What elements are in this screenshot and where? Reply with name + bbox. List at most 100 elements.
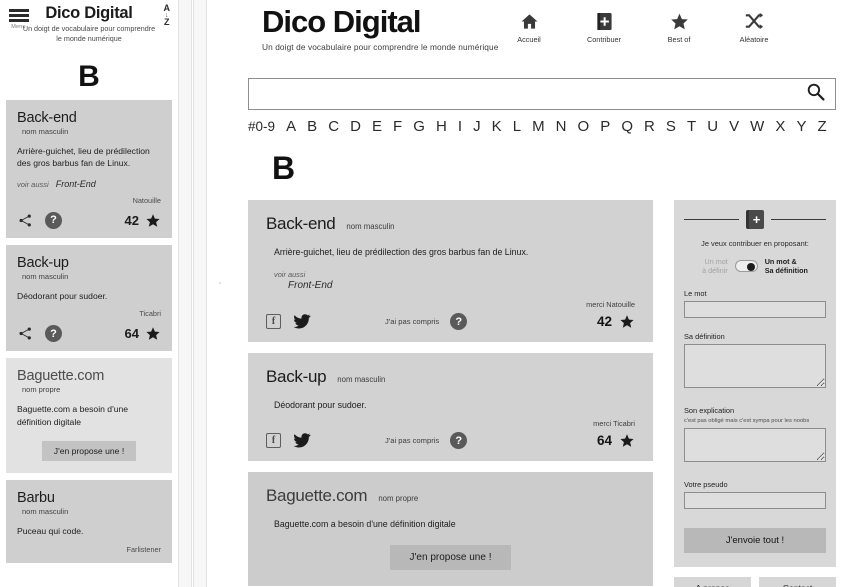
nav-item-contribuer[interactable]: Contribuer <box>582 10 626 44</box>
alpha-link[interactable]: Y <box>796 118 806 135</box>
toggle-option-word-and-definition[interactable]: Un mot & Sa définition <box>765 257 808 276</box>
alpha-link[interactable]: K <box>492 118 502 135</box>
facebook-icon[interactable]: f <box>266 314 281 329</box>
search-bar[interactable] <box>248 78 836 110</box>
word-title: Back-up <box>266 367 327 386</box>
vote-count: 64 <box>124 326 139 342</box>
word-title: Baguette.com <box>266 486 368 505</box>
share-icon[interactable] <box>17 213 34 228</box>
explanation-input[interactable] <box>684 427 826 462</box>
app-root: Menu Dico Digital Un doigt de vocabulair… <box>0 0 860 587</box>
word-definition: Arrière-guichet, lieu de prédilection de… <box>274 247 529 257</box>
mobile-tagline: Un doigt de vocabulaire pour comprendre … <box>22 24 156 43</box>
empty-word-card[interactable]: Baguette.com nom propre Baguette.com a b… <box>248 472 653 586</box>
word-input[interactable] <box>684 300 826 318</box>
alpha-link[interactable]: C <box>328 118 339 135</box>
word-title: Back-up <box>17 254 69 271</box>
help-icon[interactable]: ? <box>45 211 62 229</box>
alpha-link[interactable]: X <box>775 118 785 135</box>
definition-card[interactable]: Back-up nom masculin Déodorant pour sudo… <box>248 353 653 461</box>
alpha-link[interactable]: E <box>372 118 382 135</box>
not-understood-label: J'ai pas compris <box>385 317 440 326</box>
share-icon[interactable] <box>17 326 34 341</box>
alpha-link[interactable]: M <box>532 118 545 135</box>
definition-card[interactable]: Back-end nom masculin Arrière-guichet, l… <box>248 200 653 342</box>
propose-definition-button[interactable]: J'en propose une ! <box>41 441 137 462</box>
nav-item-accueil[interactable]: Accueil <box>507 10 551 44</box>
pseudo-input[interactable] <box>684 491 826 509</box>
alpha-link[interactable]: H <box>436 118 447 135</box>
alpha-link[interactable]: I <box>458 118 462 135</box>
card-header: Baguette.com nom propre <box>266 486 635 506</box>
see-also-value[interactable]: Front-End <box>288 280 635 291</box>
word-title: Back-end <box>266 214 336 233</box>
contribution-type-toggle[interactable]: Un mot à définir Un mot & Sa définition <box>684 257 826 276</box>
alpha-link[interactable]: P <box>600 118 610 135</box>
alpha-link[interactable]: T <box>687 118 696 135</box>
contact-button[interactable]: Contact <box>759 576 836 587</box>
definition-list: Back-end nom masculin Arrière-guichet, l… <box>248 200 653 587</box>
alpha-link[interactable]: S <box>666 118 676 135</box>
alpha-link[interactable]: J <box>473 118 481 135</box>
word-type: nom propre <box>378 494 419 503</box>
nav-item-aleatoire[interactable]: Aléatoire <box>732 10 776 44</box>
word-title: Baguette.com <box>17 368 105 385</box>
toggle-switch[interactable] <box>734 260 758 273</box>
definition-input[interactable] <box>684 343 826 388</box>
alpha-link[interactable]: F <box>393 118 402 135</box>
alpha-link[interactable]: A <box>286 118 296 135</box>
star-icon[interactable] <box>619 314 635 329</box>
vote-count: 42 <box>124 212 139 228</box>
propose-definition-button[interactable]: J'en propose une ! <box>389 545 512 570</box>
twitter-icon[interactable] <box>293 314 311 329</box>
facebook-icon[interactable]: f <box>266 433 281 448</box>
contribute-form: + Je veux contribuer en proposant: Un mo… <box>674 200 836 567</box>
submit-contribution-button[interactable]: J'envoie tout ! <box>684 527 826 553</box>
mobile-definition-card[interactable]: Back-up nom masculin Déodorant pour sudo… <box>6 244 172 352</box>
card-actions: ? 42 <box>17 211 161 229</box>
twitter-icon[interactable] <box>293 433 311 448</box>
help-icon[interactable]: ? <box>450 313 468 330</box>
alpha-link[interactable]: Z <box>818 118 827 135</box>
alpha-link[interactable]: L <box>513 118 521 135</box>
alpha-link[interactable]: V <box>729 118 739 135</box>
see-also-label: voir aussi <box>274 270 306 279</box>
mobile-definition-card[interactable]: Back-end nom masculin Arrière-guichet, l… <box>6 100 172 238</box>
mobile-definition-card[interactable]: Barbu nom masculin Puceau qui code. Farl… <box>6 480 172 563</box>
search-input[interactable] <box>249 79 806 109</box>
nav-label: Aléatoire <box>739 35 769 44</box>
nav-label: Best of <box>667 35 691 44</box>
alpha-link[interactable]: B <box>307 118 317 135</box>
star-icon[interactable] <box>619 433 635 448</box>
definition-field-label: Sa définition <box>684 331 725 341</box>
word-definition: Arrière-guichet, lieu de prédilection de… <box>17 146 150 169</box>
contribute-sidebar: + Je veux contribuer en proposant: Un mo… <box>674 200 836 587</box>
alpha-link[interactable]: Q <box>621 118 633 135</box>
help-icon[interactable]: ? <box>450 432 468 449</box>
desktop-header: Dico Digital Un doigt de vocabulaire pou… <box>222 0 860 62</box>
explanation-field-label: Son explication <box>684 405 735 415</box>
alpha-link[interactable]: U <box>707 118 718 135</box>
alpha-link[interactable]: D <box>350 118 361 135</box>
book-plus-icon <box>582 10 626 32</box>
alpha-link[interactable]: O <box>578 118 590 135</box>
help-icon[interactable]: ? <box>45 325 62 343</box>
star-icon[interactable] <box>145 326 161 341</box>
about-button[interactable]: A propos <box>674 576 751 587</box>
alpha-link[interactable]: N <box>556 118 567 135</box>
toggle-option-word-only[interactable]: Un mot à définir <box>702 257 728 276</box>
sort-az-button[interactable]: A ↓ Z <box>164 4 171 27</box>
alpha-link[interactable]: W <box>750 118 764 135</box>
mobile-empty-word-card[interactable]: Baguette.com nom propre Baguette.com a b… <box>6 358 172 474</box>
alpha-link[interactable]: R <box>644 118 655 135</box>
alpha-link[interactable]: #0-9 <box>248 119 275 134</box>
word-type: nom masculin <box>337 375 386 384</box>
see-also-value[interactable]: Front-End <box>56 179 96 189</box>
star-icon <box>657 10 701 32</box>
alpha-link[interactable]: G <box>413 118 425 135</box>
search-icon[interactable] <box>806 82 825 106</box>
word-definition: Baguette.com a besoin d'une définition d… <box>17 404 129 427</box>
star-icon[interactable] <box>145 213 161 228</box>
word-author: Ticabri <box>139 309 161 319</box>
nav-item-bestof[interactable]: Best of <box>657 10 701 44</box>
